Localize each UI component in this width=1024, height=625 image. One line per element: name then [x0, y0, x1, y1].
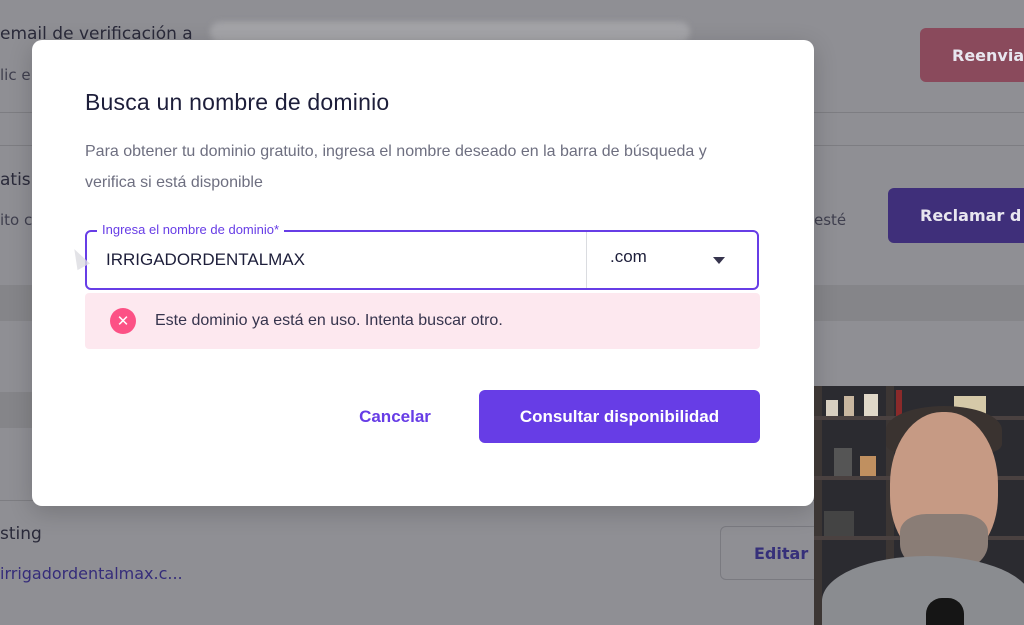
domain-name-input[interactable] [87, 232, 587, 288]
domain-search-modal: Busca un nombre de dominio Para obtener … [32, 40, 814, 506]
microphone [926, 598, 964, 625]
hosting-domain-link[interactable]: irrigadordentalmax.c... [0, 564, 183, 583]
shelf-item [860, 456, 876, 476]
error-message: Este dominio ya está en uso. Intenta bus… [155, 312, 503, 329]
error-alert: ✕ Este dominio ya está en uso. Intenta b… [85, 293, 760, 349]
shelf-post [814, 386, 822, 625]
free-domain-heading: atis [0, 170, 31, 190]
tld-selected-value: .com [610, 247, 647, 266]
webcam-video-overlay [814, 386, 1024, 625]
person-body [822, 556, 1024, 625]
cancel-button[interactable]: Cancelar [330, 391, 460, 443]
shelf-item [824, 511, 854, 536]
chevron-down-icon [713, 256, 725, 264]
blurred-email-address [210, 22, 690, 42]
shelf-item [896, 390, 902, 416]
check-availability-button[interactable]: Consultar disponibilidad [479, 390, 760, 443]
modal-title: Busca un nombre de dominio [85, 89, 390, 115]
modal-description: Para obtener tu dominio gratuito, ingres… [85, 143, 707, 191]
shelf-item [826, 400, 838, 416]
domain-search-field: Ingresa el nombre de dominio* .com [85, 222, 759, 290]
hosting-heading: sting [0, 524, 42, 544]
error-x-icon: ✕ [110, 308, 136, 334]
claim-domain-button[interactable]: Reclamar d [888, 188, 1024, 243]
free-domain-subtext: ito c [0, 211, 33, 229]
domain-field-label: Ingresa el nombre de dominio* [97, 222, 285, 237]
shelf-item [834, 448, 852, 476]
tld-dropdown[interactable]: .com [587, 232, 757, 288]
email-verification-subtext: lic e [0, 66, 31, 84]
resend-button[interactable]: Reenviar [920, 28, 1024, 82]
shelf-item [844, 396, 854, 416]
free-domain-right-subtext: esté [814, 211, 847, 229]
shelf-item [864, 394, 878, 416]
